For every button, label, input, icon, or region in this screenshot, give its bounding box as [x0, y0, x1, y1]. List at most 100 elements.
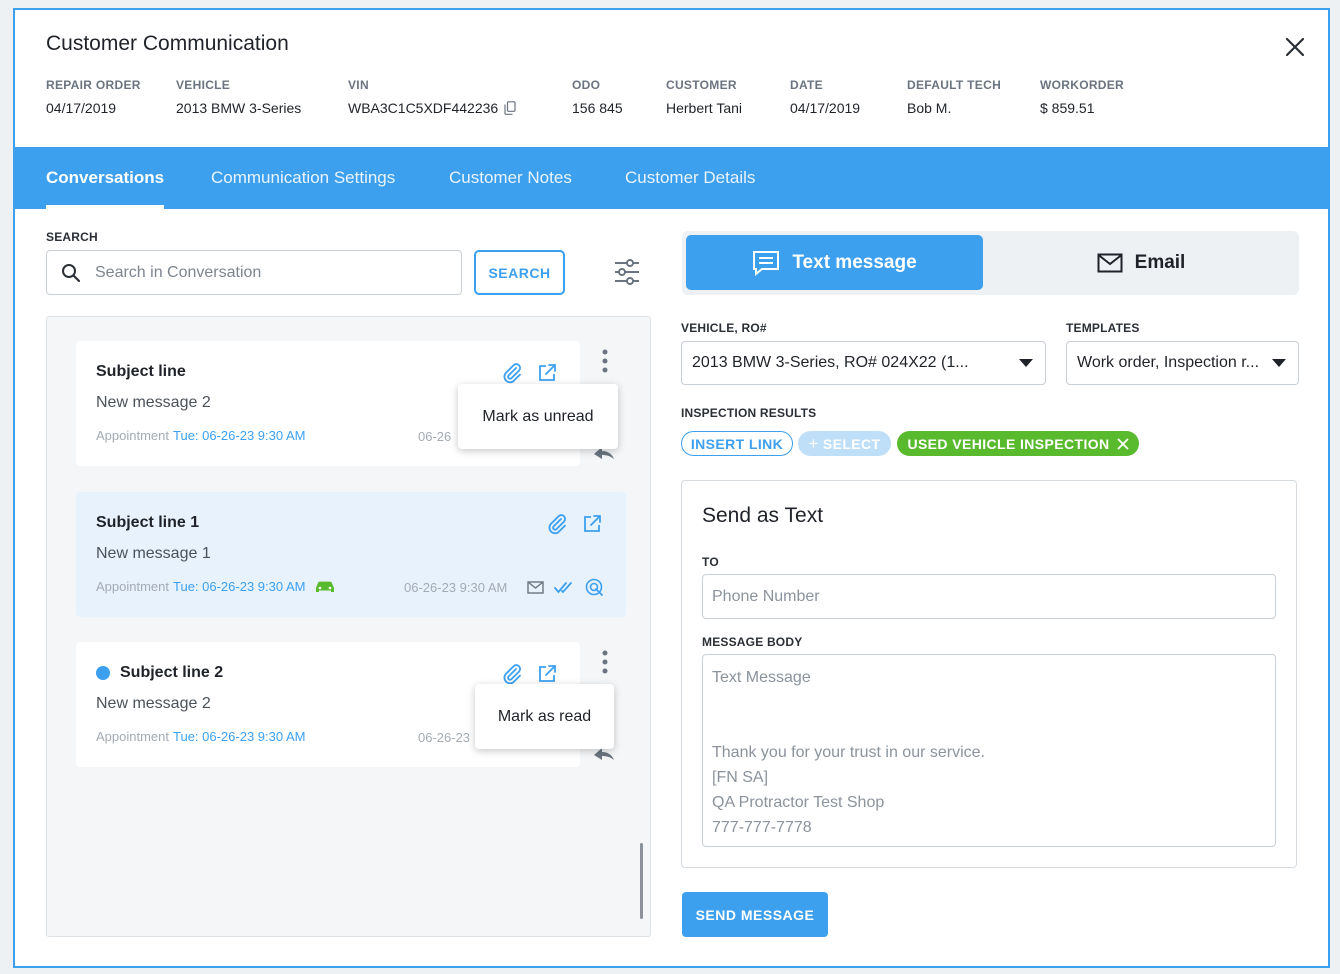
send-message-button[interactable]: SEND MESSAGE	[682, 892, 828, 937]
list-scrollbar[interactable]	[640, 843, 643, 919]
meta-label: VEHICLE	[176, 78, 231, 92]
conversation-subject: Subject line 2	[120, 664, 224, 681]
chevron-down-icon	[1272, 359, 1286, 367]
meta-value: 2013 BMW 3-Series	[176, 100, 302, 116]
tab-conversations[interactable]: Conversations	[46, 147, 165, 209]
conversation-message: New message 1	[96, 545, 211, 562]
templates-label: TEMPLATES	[1066, 321, 1140, 335]
close-icon[interactable]	[1116, 437, 1129, 450]
conversation-timestamp: 06-26	[418, 429, 452, 444]
modal-title: Customer Communication	[46, 32, 289, 55]
tab-customer-details[interactable]: Customer Details	[625, 147, 755, 209]
search-button[interactable]: SEARCH	[474, 250, 565, 295]
meta-label: ODO	[572, 78, 601, 92]
meta-default-tech: DEFAULT TECH Bob M.	[907, 78, 1001, 116]
meta-value: 04/17/2019	[46, 100, 117, 116]
channel-toggle: Text message Email	[682, 231, 1299, 295]
conversation-timestamp: 06-26-23	[418, 730, 471, 745]
inspection-chip: USED VEHICLE INSPECTION	[897, 431, 1139, 456]
inspection-chip-label: USED VEHICLE INSPECTION	[907, 435, 1110, 452]
conversation-item-selected[interactable]: Subject line 1 New message 1 Appointment…	[76, 492, 626, 617]
appointment-date: Tue: 06-26-23 9:30 AM	[173, 428, 306, 443]
open-external-icon[interactable]	[581, 513, 603, 535]
meta-value: 156 845	[572, 100, 623, 116]
send-as-text-panel: Send as Text TO MESSAGE BODY Text Messag…	[681, 480, 1297, 868]
conversation-subject: Subject line	[96, 363, 186, 380]
insert-link-button[interactable]: INSERT LINK	[681, 431, 793, 456]
reply-icon	[594, 748, 614, 760]
conversation-timestamp: 06-26-23 9:30 AM	[404, 580, 508, 595]
select-inspection-button[interactable]: + SELECT	[798, 431, 891, 456]
appointment-label: Appointment	[96, 428, 169, 443]
read-receipt-icon	[585, 578, 603, 596]
message-body-label: MESSAGE BODY	[702, 635, 803, 649]
search-label: SEARCH	[46, 230, 98, 244]
tab-bar: Conversations Communication Settings Cus…	[15, 147, 1328, 209]
conversation-list[interactable]: Subject line New message 2 Appointment T…	[46, 316, 651, 937]
message-icon	[753, 250, 780, 276]
meta-workorder: WORKORDER $ 859.51	[1040, 78, 1124, 116]
meta-label: WORKORDER	[1040, 78, 1125, 92]
open-external-icon[interactable]	[536, 663, 558, 685]
text-message-toggle[interactable]: Text message	[686, 235, 983, 290]
meta-odo: ODO 156 845	[572, 78, 623, 116]
appointment-label: Appointment	[96, 729, 169, 744]
vehicle-ro-select[interactable]: 2013 BMW 3-Series, RO# 024X22 (1...	[681, 341, 1046, 385]
more-options-icon[interactable]	[601, 650, 609, 674]
select-label: SELECT	[822, 435, 881, 452]
close-icon[interactable]	[1284, 36, 1306, 58]
car-icon	[315, 581, 334, 592]
appointment-info: Appointment Tue: 06-26-23 9:30 AM	[96, 579, 336, 594]
appointment-info: Appointment Tue: 06-26-23 9:30 AM	[96, 428, 306, 443]
email-status-icon	[527, 581, 544, 594]
meta-label: REPAIR ORDER	[46, 78, 141, 92]
meta-vin: VIN WBA3C1C5XDF442236	[348, 78, 516, 116]
unread-dot	[96, 666, 110, 680]
modal-header: Customer Communication REPAIR ORDER 04/1…	[15, 10, 1328, 147]
templates-select[interactable]: Work order, Inspection r...	[1066, 341, 1299, 385]
send-panel-title: Send as Text	[702, 504, 824, 527]
to-label: TO	[702, 555, 719, 569]
meta-vehicle: VEHICLE 2013 BMW 3-Series	[176, 78, 301, 116]
text-message-label: Text message	[792, 251, 917, 273]
conversation-subject: Subject line 1	[96, 514, 200, 531]
open-external-icon[interactable]	[536, 362, 558, 384]
meta-customer: CUSTOMER Herbert Tani	[666, 78, 742, 116]
email-toggle[interactable]: Email	[987, 235, 1295, 290]
more-options-icon[interactable]	[601, 349, 609, 373]
vehicle-ro-value: 2013 BMW 3-Series, RO# 024X22 (1...	[692, 354, 969, 371]
mark-as-unread-menu-item[interactable]: Mark as unread	[458, 384, 618, 449]
customer-communication-modal: Customer Communication REPAIR ORDER 04/1…	[13, 8, 1330, 968]
appointment-info: Appointment Tue: 06-26-23 9:30 AM	[96, 729, 306, 744]
attachment-icon[interactable]	[501, 663, 523, 685]
meta-label: VIN	[348, 78, 369, 92]
meta-label: DATE	[790, 78, 823, 92]
double-check-icon	[554, 582, 572, 594]
meta-value: Bob M.	[907, 100, 952, 116]
envelope-icon	[1097, 253, 1123, 272]
attachment-icon[interactable]	[546, 513, 568, 535]
tab-customer-notes[interactable]: Customer Notes	[449, 147, 572, 209]
meta-value: $ 859.51	[1040, 100, 1095, 116]
meta-value: WBA3C1C5XDF442236	[348, 100, 499, 116]
phone-number-input[interactable]	[702, 574, 1276, 619]
tab-communication-settings[interactable]: Communication Settings	[211, 147, 395, 209]
conversation-subject-row: Subject line 2	[96, 664, 223, 682]
meta-repair-order: REPAIR ORDER 04/17/2019	[46, 78, 141, 116]
appointment-date: Tue: 06-26-23 9:30 AM	[173, 729, 306, 744]
message-body-textarea[interactable]: Text Message Thank you for your trust in…	[702, 654, 1276, 847]
meta-date: DATE 04/17/2019	[790, 78, 860, 116]
conversation-message: New message 2	[96, 394, 211, 411]
inspection-results-label: INSPECTION RESULTS	[681, 406, 817, 420]
appointment-date: Tue: 06-26-23 9:30 AM	[173, 579, 306, 594]
meta-value: 04/17/2019	[790, 100, 861, 116]
conversation-message: New message 2	[96, 695, 211, 712]
templates-value: Work order, Inspection r...	[1077, 354, 1260, 371]
filter-sliders-icon[interactable]	[613, 258, 641, 286]
attachment-icon[interactable]	[501, 362, 523, 384]
mark-as-read-menu-item[interactable]: Mark as read	[475, 684, 614, 749]
search-input[interactable]	[95, 251, 455, 294]
search-field	[46, 250, 462, 295]
copy-icon[interactable]	[504, 101, 516, 115]
meta-label: CUSTOMER	[666, 78, 737, 92]
